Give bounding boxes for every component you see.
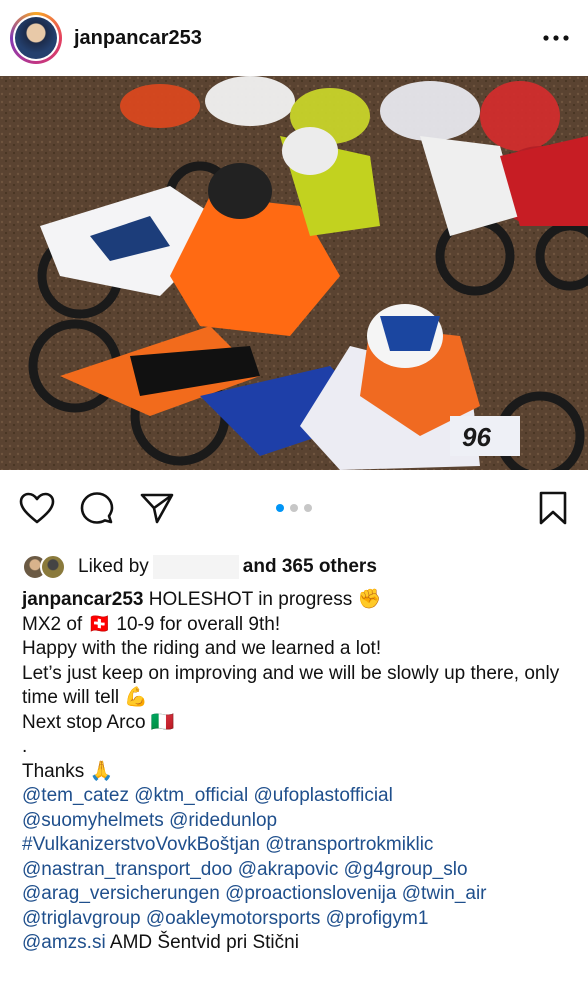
likes-prefix: Liked by (78, 556, 149, 577)
save-button[interactable] (534, 489, 572, 527)
tag-line: @triglavgroup @oakleymotorsports @profig… (22, 907, 566, 932)
caption-line: Next stop Arco 🇮🇹 (22, 711, 175, 733)
carousel-indicator (276, 504, 312, 512)
caption-tail: AMD Šentvid pri Stični (105, 932, 299, 953)
action-bar (0, 470, 588, 546)
mention-link[interactable]: @oakleymotorsports (146, 908, 321, 929)
caption-line: Thanks 🙏 (22, 760, 114, 782)
comment-button[interactable] (78, 489, 116, 527)
tag-line: @tem_catez @ktm_official @ufoplastoffici… (22, 784, 566, 809)
comment-icon (80, 492, 114, 524)
post-header: janpancar253 (0, 0, 588, 76)
heart-icon (19, 492, 55, 524)
caption-line: Happy with the riding and we learned a l… (22, 638, 382, 659)
tag-line: @amzs.si AMD Šentvid pri Stični (22, 931, 566, 956)
liker-avatar (40, 554, 66, 580)
mention-link[interactable]: @ufoplastofficial (254, 785, 393, 806)
mention-link[interactable]: @transportrokmiklic (265, 834, 433, 855)
caption-line: MX2 of 🇨🇭 10-9 for overall 9th! (22, 613, 281, 635)
caption-line: . (22, 736, 28, 757)
carousel-dot-active (276, 504, 284, 512)
more-horizontal-icon (543, 35, 569, 41)
mention-link[interactable]: @ridedunlop (169, 810, 277, 831)
mention-link[interactable]: @amzs.si (22, 932, 106, 953)
caption-line: HOLESHOT in progress ✊ (148, 589, 382, 610)
caption-line: Let’s just keep on improving and we will… (22, 662, 560, 709)
mention-link[interactable]: @akrapovic (238, 859, 339, 880)
mention-link[interactable]: @profigym1 (326, 908, 429, 929)
likes-row[interactable]: Liked by and 365 others (0, 552, 588, 582)
mention-link[interactable]: @proactionslovenija (225, 883, 396, 904)
mention-link[interactable]: @nastran_transport_doo (22, 859, 232, 880)
mention-link[interactable]: @suomyhelmets (22, 810, 164, 831)
post-photo[interactable]: 96 (0, 76, 588, 470)
hashtag-link[interactable]: #VulkanizerstvoVovkBoštjan (22, 834, 260, 855)
bookmark-icon (539, 491, 567, 525)
mention-link[interactable]: @twin_air (402, 883, 487, 904)
mention-link[interactable]: @triglavgroup (22, 908, 141, 929)
tag-line: @suomyhelmets @ridedunlop (22, 809, 566, 834)
mention-link[interactable]: @tem_catez (22, 785, 129, 806)
story-ring[interactable] (10, 12, 62, 64)
motocross-photo: 96 (0, 76, 588, 470)
like-button[interactable] (18, 489, 56, 527)
carousel-dot (290, 504, 298, 512)
svg-text:96: 96 (462, 422, 491, 452)
likes-count[interactable]: and 365 others (243, 556, 377, 578)
send-icon (140, 493, 174, 524)
mention-link[interactable]: @ktm_official (134, 785, 248, 806)
header-username[interactable]: janpancar253 (74, 27, 536, 50)
caption-tags: @tem_catez @ktm_official @ufoplastoffici… (22, 784, 566, 956)
avatar (15, 17, 57, 59)
mention-link[interactable]: @arag_versicherungen (22, 883, 220, 904)
redacted-username (152, 555, 239, 579)
share-button[interactable] (138, 489, 176, 527)
tag-line: @nastran_transport_doo @akrapovic @g4gro… (22, 858, 566, 883)
tag-line: @arag_versicherungen @proactionslovenija… (22, 882, 566, 907)
post-caption: janpancar253 HOLESHOT in progress ✊ MX2 … (0, 588, 588, 956)
carousel-dot (304, 504, 312, 512)
caption-username[interactable]: janpancar253 (22, 589, 143, 610)
tag-line: #VulkanizerstvoVovkBoštjan @transportrok… (22, 833, 566, 858)
mention-link[interactable]: @g4group_slo (344, 859, 468, 880)
more-options-button[interactable] (536, 23, 576, 53)
